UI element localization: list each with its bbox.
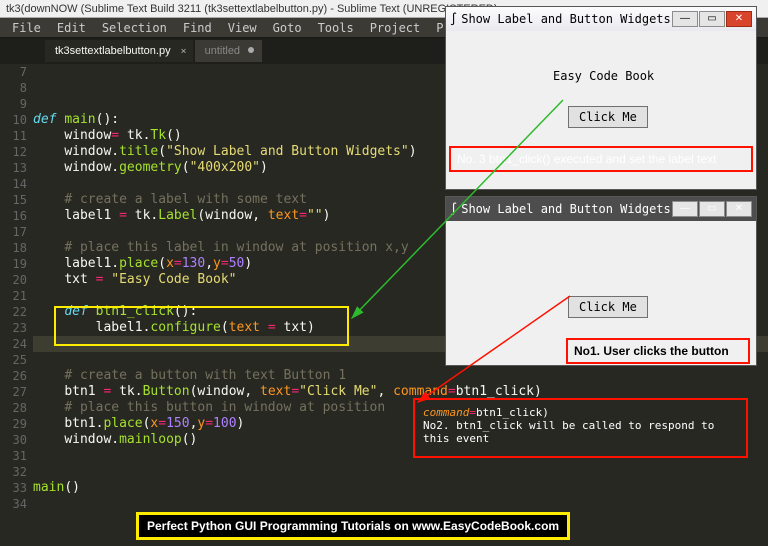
menu-selection[interactable]: Selection: [96, 19, 173, 37]
close-button[interactable]: ✕: [726, 201, 752, 217]
minimize-button[interactable]: —: [672, 201, 698, 217]
tk-feather-icon: ∫: [450, 202, 457, 216]
menu-goto[interactable]: Goto: [267, 19, 308, 37]
tab-tk3settextlabelbutton-py[interactable]: tk3settextlabelbutton.py×: [45, 40, 193, 62]
click-me-button[interactable]: Click Me: [568, 106, 648, 128]
titlebar: ∫ Show Label and Button Widgets — ▭ ✕: [446, 7, 756, 31]
window-title: Show Label and Button Widgets: [461, 202, 671, 216]
tk-window-2: ∫ Show Label and Button Widgets — ▭ ✕ Cl…: [445, 196, 757, 366]
close-button[interactable]: ✕: [726, 11, 752, 27]
window-title: Show Label and Button Widgets: [461, 12, 671, 26]
menu-tools[interactable]: Tools: [312, 19, 360, 37]
titlebar: ∫ Show Label and Button Widgets — ▭ ✕: [446, 197, 756, 221]
close-icon[interactable]: ×: [181, 46, 187, 57]
minimize-button[interactable]: —: [672, 11, 698, 27]
tutorial-caption: Perfect Python GUI Programming Tutorials…: [136, 512, 570, 540]
annotation-2-box: command=btn1_click) No2. btn1_click will…: [413, 398, 748, 458]
click-me-button[interactable]: Click Me: [568, 296, 648, 318]
label: Easy Code Book: [553, 69, 654, 83]
menu-file[interactable]: File: [6, 19, 47, 37]
menu-view[interactable]: View: [222, 19, 263, 37]
annotation-3: No. 3 btn1_click() executed and set the …: [449, 146, 753, 172]
menu-project[interactable]: Project: [364, 19, 427, 37]
dirty-dot-icon: [248, 47, 254, 53]
menu-edit[interactable]: Edit: [51, 19, 92, 37]
menu-find[interactable]: Find: [177, 19, 218, 37]
tk-feather-icon: ∫: [450, 12, 457, 26]
maximize-button[interactable]: ▭: [699, 201, 725, 217]
annotation-1: No1. User clicks the button: [566, 338, 750, 364]
tab-untitled[interactable]: untitled: [195, 40, 262, 62]
maximize-button[interactable]: ▭: [699, 11, 725, 27]
annotation-2-text: No2. btn1_click will be called to respon…: [423, 419, 714, 445]
annotation-2-code: command: [423, 406, 469, 419]
gutter: 7891011121314151617181920212223242526272…: [0, 64, 33, 512]
tk-window-1: ∫ Show Label and Button Widgets — ▭ ✕ Ea…: [445, 6, 757, 190]
